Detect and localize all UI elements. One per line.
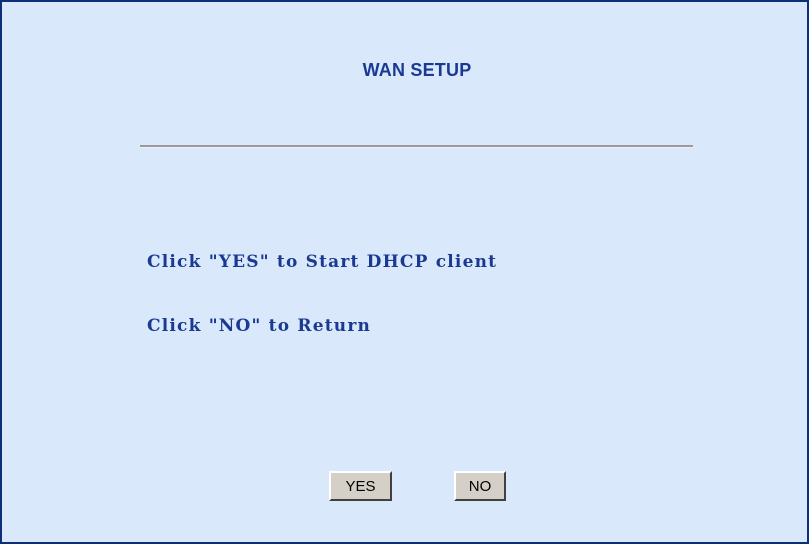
no-button[interactable]: NO — [454, 471, 506, 501]
instruction-yes: Click "YES" to Start DHCP client — [147, 252, 498, 272]
yes-button[interactable]: YES — [329, 471, 392, 501]
wan-setup-panel: WAN SETUP Click "YES" to Start DHCP clie… — [0, 0, 809, 544]
instruction-no: Click "NO" to Return — [147, 316, 372, 336]
title-divider — [140, 145, 693, 148]
page-title: WAN SETUP — [362, 60, 472, 80]
